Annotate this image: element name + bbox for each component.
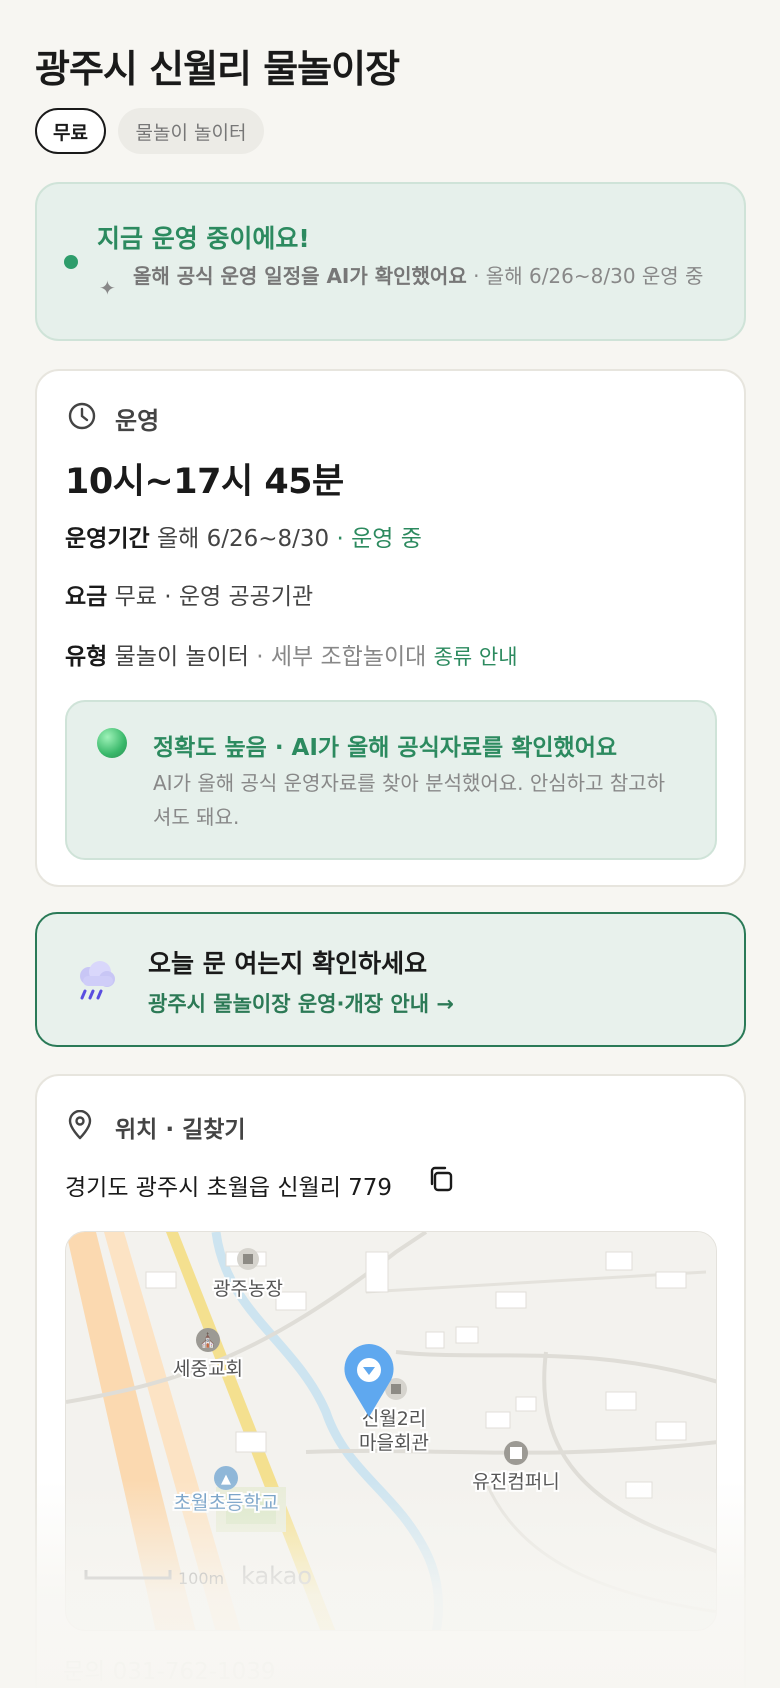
clock-icon bbox=[68, 402, 96, 430]
address-text: 경기도 광주시 초월읍 신월리 779 bbox=[65, 1175, 393, 1201]
status-card: 지금 운영 중이에요! ✦ 올해 공식 운영 일정을 AI가 확인했어요 · 올… bbox=[35, 182, 746, 341]
status-detail: · 올해 6/26~8/30 운영 중 bbox=[466, 264, 704, 288]
accuracy-title: 정확도 높음 · AI가 올해 공식자료를 확인했어요 bbox=[153, 735, 618, 761]
location-label: 위치 · 길찾기 bbox=[115, 1117, 246, 1143]
copy-icon[interactable] bbox=[426, 1164, 456, 1194]
rain-cloud-icon bbox=[80, 961, 115, 1000]
map-label-company: 유진컴퍼니 bbox=[472, 1471, 559, 1493]
status-dot bbox=[64, 255, 78, 269]
status-confirm-text: 올해 공식 운영 일정을 AI가 확인했어요 bbox=[133, 264, 467, 288]
operating-hours: 10시~17시 45분 bbox=[65, 462, 344, 502]
svg-text:▲: ▲ bbox=[221, 1472, 231, 1487]
today-guide-link[interactable]: 광주시 물놀이장 운영·개장 안내 → bbox=[148, 988, 454, 1018]
operation-card: 운영 10시~17시 45분 운영기간 올해 6/26~8/30 · 운영 중 … bbox=[35, 369, 746, 887]
today-check-card[interactable]: 오늘 문 여는지 확인하세요 광주시 물놀이장 운영·개장 안내 → bbox=[35, 912, 746, 1047]
status-subtitle: 올해 공식 운영 일정을 AI가 확인했어요 · 올해 6/26~8/30 운영… bbox=[133, 262, 733, 290]
map-label-hall: 마을회관 bbox=[359, 1432, 429, 1454]
today-title: 오늘 문 여는지 확인하세요 bbox=[148, 949, 428, 978]
type-value: 물놀이 놀이터 bbox=[114, 644, 249, 670]
type-chip[interactable]: 물놀이 놀이터 bbox=[118, 108, 264, 154]
period-row: 운영기간 올해 6/26~8/30 · 운영 중 bbox=[65, 519, 422, 553]
fee-value: 무료 · 운영 공공기관 bbox=[114, 584, 314, 610]
period-status: · 운영 중 bbox=[336, 526, 422, 552]
fee-chip[interactable]: 무료 bbox=[35, 108, 106, 154]
accuracy-orb-icon bbox=[97, 728, 127, 758]
location-card: 위치 · 길찾기 경기도 광주시 초월읍 신월리 779 광주농장 ⛪ 세중교회… bbox=[35, 1074, 746, 1688]
map-label-farm: 광주농장 bbox=[213, 1278, 283, 1300]
map-label-church: 세중교회 bbox=[173, 1358, 243, 1380]
map-scale: 100m bbox=[178, 1569, 224, 1588]
accuracy-box: 정확도 높음 · AI가 올해 공식자료를 확인했어요 AI가 올해 공식 운영… bbox=[65, 700, 717, 860]
page: 광주시 신월리 물놀이장 무료 물놀이 놀이터 지금 운영 중이에요! ✦ 올해… bbox=[0, 0, 780, 1688]
fee-row: 요금 무료 · 운영 공공기관 bbox=[65, 577, 313, 611]
location-pin-icon bbox=[68, 1110, 92, 1140]
map-label-school: 초월초등학교 bbox=[174, 1492, 279, 1514]
operation-label: 운영 bbox=[115, 407, 160, 435]
svg-text:⛪: ⛪ bbox=[199, 1331, 216, 1349]
page-title: 광주시 신월리 물놀이장 bbox=[35, 47, 400, 91]
type-label: 유형 bbox=[65, 644, 108, 670]
period-label: 운영기간 bbox=[65, 526, 150, 552]
sparkle-icon: ✦ bbox=[99, 276, 116, 300]
accuracy-description: AI가 올해 공식 운영자료를 찾아 분석했어요. 안심하고 참고하셔도 돼요. bbox=[153, 771, 666, 829]
type-row: 유형 물놀이 놀이터 · 세부 조합놀이대 종류 안내 bbox=[65, 637, 518, 671]
contact-phone[interactable]: 문의 031-762-1039 bbox=[63, 1652, 276, 1686]
map-brand: kakao bbox=[241, 1562, 312, 1590]
period-value: 올해 6/26~8/30 bbox=[156, 526, 330, 552]
status-title: 지금 운영 중이에요! bbox=[97, 224, 310, 253]
fee-label: 요금 bbox=[65, 584, 108, 610]
location-map[interactable]: 광주농장 ⛪ 세중교회 신월2리 마을회관 유진컴퍼니 ▲ 초월초등학교 100… bbox=[65, 1231, 717, 1631]
map-canvas: 광주농장 ⛪ 세중교회 신월2리 마을회관 유진컴퍼니 ▲ 초월초등학교 100… bbox=[66, 1232, 716, 1630]
type-detail: · 세부 조합놀이대 bbox=[256, 644, 427, 670]
type-guide-link[interactable]: 종류 안내 bbox=[434, 645, 518, 669]
